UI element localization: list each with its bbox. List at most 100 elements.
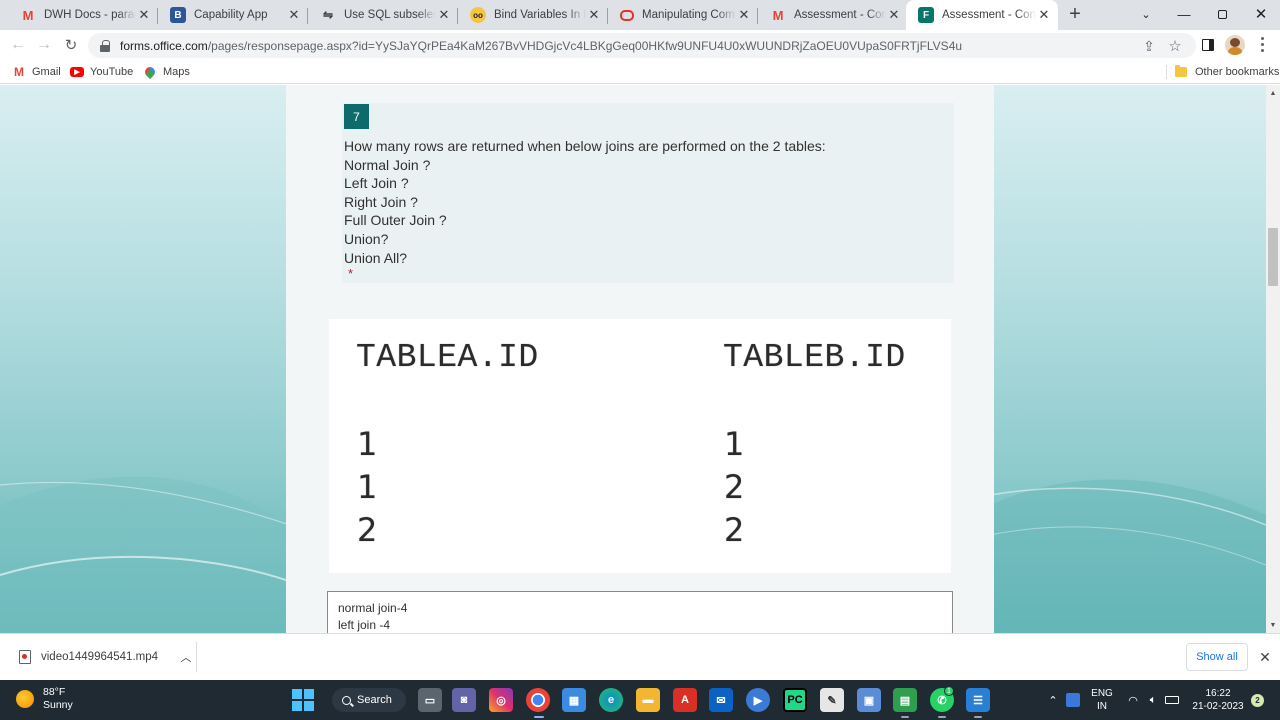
- other-bookmarks[interactable]: Other bookmarks: [1175, 64, 1279, 80]
- new-tab-button[interactable]: +: [1064, 3, 1086, 25]
- close-icon[interactable]: ✕: [286, 7, 302, 23]
- sheets-icon[interactable]: ▤: [893, 688, 917, 712]
- weather-condition: Sunny: [43, 699, 73, 711]
- tableb-cell: 2: [724, 511, 745, 549]
- download-filename: video1449964541.mp4: [41, 651, 159, 663]
- tab-capability-app[interactable]: B Capability App ✕: [158, 0, 308, 30]
- close-icon[interactable]: ✕: [736, 7, 752, 23]
- language-indicator[interactable]: ENG IN: [1088, 680, 1116, 720]
- notification-badge[interactable]: 2: [1251, 694, 1264, 707]
- oracle-icon: [620, 9, 634, 21]
- gmail-icon: M: [14, 65, 24, 79]
- volume-icon[interactable]: 🔈︎: [1144, 680, 1162, 720]
- maximize-button[interactable]: [1203, 0, 1241, 28]
- side-panel-icon[interactable]: [1197, 34, 1219, 56]
- file-explorer-icon[interactable]: ▬: [636, 688, 660, 712]
- tablea-cell: 1: [357, 468, 378, 506]
- show-all-button[interactable]: Show all: [1186, 643, 1248, 671]
- task-view-icon[interactable]: ▭: [418, 688, 442, 712]
- reload-button[interactable]: ↻: [60, 34, 82, 56]
- windows-taskbar: 88°F Sunny Search ▭ ◙ ◎ ▦ e ▬ A ✉ ▶ PC ✎…: [0, 680, 1280, 720]
- close-icon[interactable]: ✕: [1036, 7, 1052, 23]
- ms-store-icon[interactable]: ▦: [562, 688, 586, 712]
- tab-bind-variables[interactable]: oo Bind Variables In PL/SQL ✕: [458, 0, 608, 30]
- tab-manipulating-comma[interactable]: Manipulating Comma ✕: [608, 0, 758, 30]
- bookmarks-bar: M Gmail ▶ YouTube Maps Other bookmarks: [0, 60, 1280, 84]
- maps-pin-icon: [142, 64, 158, 80]
- close-icon[interactable]: ✕: [136, 7, 152, 23]
- answer-line: normal join-4: [338, 601, 408, 615]
- tableb-cell: 2: [724, 468, 745, 506]
- tab-assessment-forms[interactable]: F Assessment - Concern ✕: [906, 0, 1058, 30]
- address-bar[interactable]: forms.office.com/pages/responsepage.aspx…: [88, 33, 1196, 58]
- pycharm-icon[interactable]: PC: [783, 688, 807, 712]
- download-shelf: video1449964541.mp4 ︿ Show all ✕: [0, 633, 1280, 680]
- question-number-badge: 7: [344, 104, 369, 129]
- scroll-up-arrow-icon[interactable]: ▲: [1269, 89, 1277, 97]
- tab-search-chevron-icon[interactable]: ⌄: [1127, 0, 1165, 28]
- close-window-button[interactable]: ✕: [1242, 0, 1280, 28]
- forward-button[interactable]: →: [33, 34, 55, 56]
- close-icon[interactable]: ✕: [436, 7, 452, 23]
- bookmark-gmail[interactable]: M Gmail: [12, 64, 61, 80]
- answer-line: left join -4: [338, 617, 391, 632]
- media-player-icon[interactable]: ▶: [746, 688, 770, 712]
- whatsapp-badge: 1: [944, 686, 954, 696]
- gmail-icon: M: [22, 7, 34, 23]
- question-line: Union?: [344, 230, 389, 247]
- language-code: ENG: [1091, 688, 1113, 699]
- minimize-button[interactable]: —: [1165, 0, 1203, 28]
- tray-chevron-up-icon[interactable]: ⌃: [1045, 680, 1061, 720]
- scrollbar-thumb[interactable]: [1268, 228, 1278, 286]
- acrobat-icon[interactable]: A: [673, 688, 697, 712]
- wifi-icon[interactable]: ◠: [1124, 680, 1142, 720]
- battery-icon[interactable]: [1163, 680, 1181, 720]
- page-viewport: 7 How many rows are returned when below …: [0, 85, 1266, 633]
- form-card: 7 How many rows are returned when below …: [286, 85, 994, 633]
- bookmark-youtube[interactable]: ▶ YouTube: [70, 64, 133, 80]
- scroll-down-arrow-icon[interactable]: ▼: [1269, 621, 1277, 629]
- taskbar-search[interactable]: Search: [332, 688, 406, 712]
- close-icon[interactable]: ✕: [586, 7, 602, 23]
- required-asterisk: *: [348, 266, 354, 281]
- bookmark-label: YouTube: [90, 66, 134, 78]
- profile-avatar[interactable]: [1225, 35, 1245, 55]
- chrome-icon[interactable]: [526, 688, 550, 712]
- chevron-up-icon[interactable]: ︿: [176, 649, 196, 665]
- mail-icon[interactable]: ✉: [709, 688, 733, 712]
- question-line: Right Join ?: [344, 193, 418, 210]
- onedrive-tray-icon[interactable]: [1064, 680, 1082, 720]
- menu-kebab-icon[interactable]: [1254, 34, 1270, 54]
- close-icon[interactable]: ✕: [886, 7, 902, 23]
- question-text: How many rows are returned when below jo…: [344, 137, 944, 267]
- folder-icon: [1175, 65, 1187, 77]
- back-button[interactable]: ←: [7, 34, 29, 56]
- temperature: 88°F: [43, 686, 66, 698]
- question-line: Left Join ?: [344, 175, 409, 192]
- teams-chat-icon[interactable]: ◙: [452, 688, 476, 712]
- notepad-edit-icon[interactable]: ✎: [820, 688, 844, 712]
- bookmark-maps[interactable]: Maps: [142, 64, 190, 80]
- weather-widget[interactable]: 88°F Sunny: [16, 686, 73, 712]
- windows-start-icon[interactable]: [292, 689, 314, 711]
- download-item[interactable]: video1449964541.mp4 ︿: [12, 642, 197, 672]
- tab-title: Capability App: [194, 9, 268, 21]
- lock-icon[interactable]: [100, 39, 110, 52]
- tab-assessment-gmail[interactable]: M Assessment - Concern ✕: [758, 0, 908, 30]
- sun-icon: [16, 690, 34, 708]
- app-icon[interactable]: ▣: [857, 688, 881, 712]
- instagram-icon[interactable]: ◎: [489, 688, 513, 712]
- tablea-cell: 2: [357, 511, 378, 549]
- tab-dwh-docs[interactable]: M DWH Docs - paradhan ✕: [8, 0, 158, 30]
- bookmark-label: Maps: [163, 66, 190, 78]
- tab-sql-subselects[interactable]: ⇋ Use SQL subselects to ✕: [308, 0, 458, 30]
- edge-icon[interactable]: e: [599, 688, 623, 712]
- answer-textarea[interactable]: normal join-4 left join -4: [327, 591, 953, 633]
- notepad-icon[interactable]: ☰: [966, 688, 990, 712]
- star-icon[interactable]: ☆: [1166, 37, 1184, 55]
- clock[interactable]: 16:22 21-02-2023: [1188, 680, 1248, 720]
- page-scrollbar[interactable]: ▲ ▼: [1266, 85, 1280, 633]
- close-icon[interactable]: ✕: [1256, 648, 1274, 666]
- tab-title: Assessment - Concern: [942, 9, 1036, 21]
- share-icon[interactable]: ⇪: [1140, 37, 1158, 55]
